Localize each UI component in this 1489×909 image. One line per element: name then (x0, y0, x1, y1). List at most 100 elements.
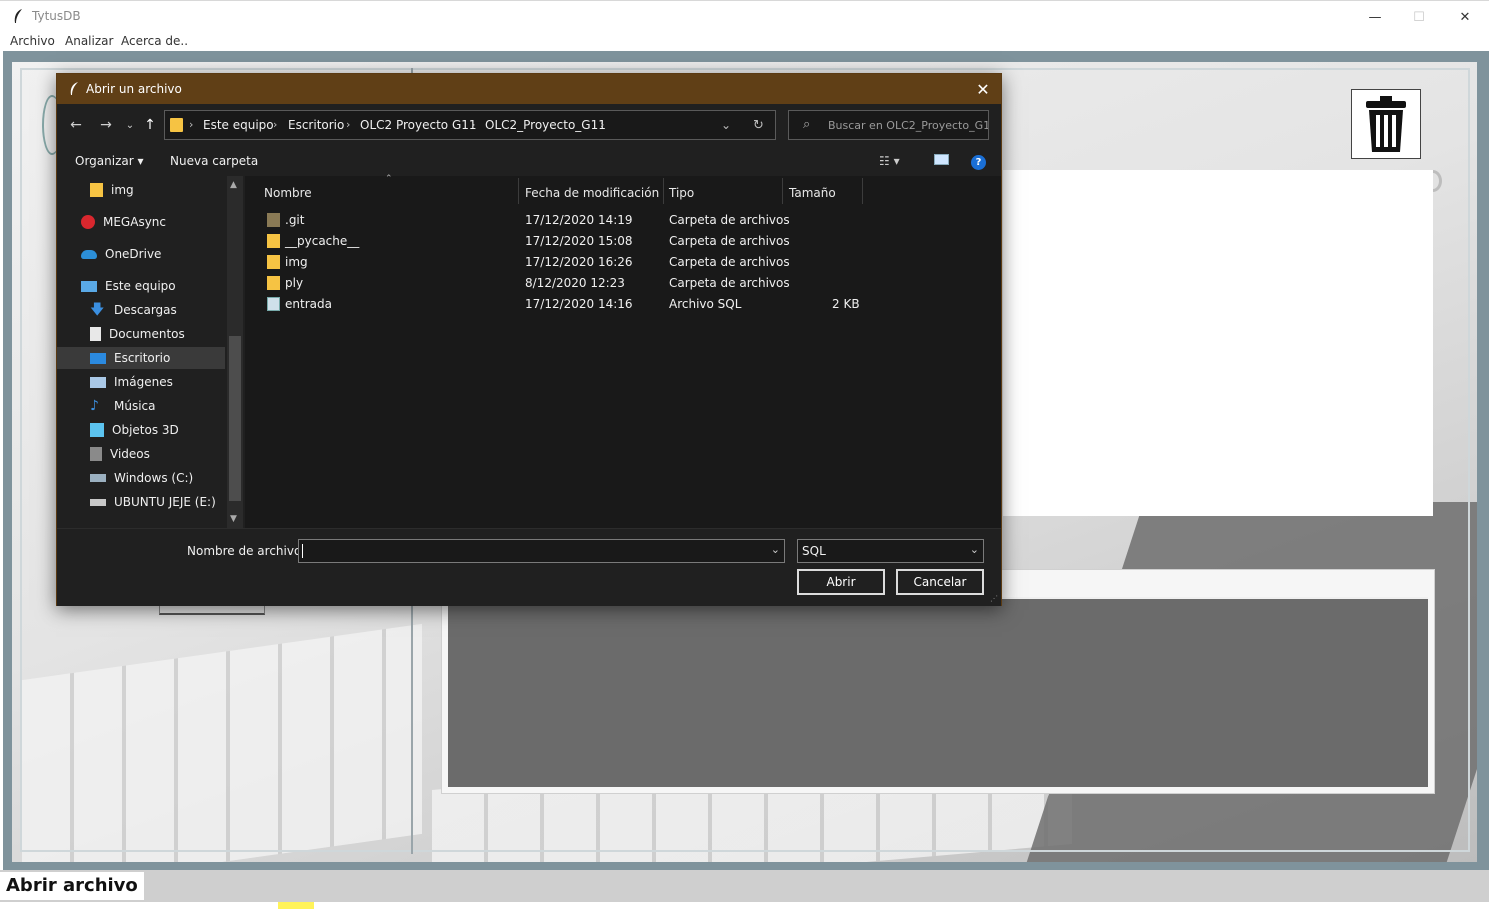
chevron-right-icon: › (273, 118, 278, 131)
file-row[interactable]: ply 8/12/2020 12:23 Carpeta de archivos (245, 273, 865, 294)
up-arrow-icon[interactable]: ↑ (141, 116, 159, 134)
dialog-navigation: ← → ⌄ ↑ › Este equipo › Escritorio › OLC… (57, 104, 1001, 144)
minimize-button[interactable]: — (1352, 3, 1398, 31)
filetype-value: SQL (802, 544, 826, 558)
new-folder-button[interactable]: Nueva carpeta (170, 154, 258, 168)
chevron-down-icon[interactable]: ⌄ (771, 543, 780, 556)
desktop-icon (90, 352, 106, 364)
folder-icon (90, 183, 103, 197)
nav-item-label: img (111, 183, 134, 197)
console-output[interactable] (448, 597, 1428, 787)
file-row[interactable]: img 17/12/2020 16:26 Carpeta de archivos (245, 252, 865, 273)
close-button[interactable]: ✕ (1442, 3, 1488, 31)
address-bar[interactable]: › Este equipo › Escritorio › OLC2 Proyec… (164, 110, 776, 140)
dialog-toolbar: Organizar ▾ Nueva carpeta ☷ ▾ ? (57, 148, 1001, 176)
navigation-pane: img MEGAsync OneDrive Este equipo 🡇 Desc… (57, 176, 244, 528)
file-row[interactable]: .git 17/12/2020 14:19 Carpeta de archivo… (245, 210, 865, 231)
nav-item-label: Documentos (109, 327, 185, 341)
chevron-right-icon: › (600, 118, 605, 131)
menu-acerca[interactable]: Acerca de.. (121, 34, 188, 48)
breadcrumb-este-equipo[interactable]: Este equipo (203, 118, 274, 132)
documents-icon (90, 327, 101, 341)
dialog-titlebar: Abrir un archivo ✕ (57, 74, 1001, 104)
breadcrumb-olc2-proyecto-g11[interactable]: OLC2_Proyecto_G11 (485, 118, 606, 132)
nav-item-musica[interactable]: ♪ Música (57, 395, 225, 417)
back-arrow-icon[interactable]: ← (67, 116, 85, 134)
resize-grip-icon[interactable]: ⋰ (990, 594, 998, 603)
forward-arrow-icon[interactable]: → (97, 116, 115, 134)
file-date: 17/12/2020 15:08 (525, 234, 633, 248)
column-separator[interactable] (663, 178, 664, 204)
folder-icon (267, 213, 280, 227)
column-tamano[interactable]: Tamaño (789, 186, 836, 200)
file-type: Carpeta de archivos (669, 213, 790, 227)
dialog-close-button[interactable]: ✕ (971, 77, 995, 101)
refresh-icon[interactable]: ↻ (753, 118, 764, 133)
nav-item-videos[interactable]: Videos (57, 443, 225, 465)
file-name: entrada (285, 297, 332, 311)
file-date: 8/12/2020 12:23 (525, 276, 625, 290)
file-row[interactable]: entrada 17/12/2020 14:16 Archivo SQL 2 K… (245, 294, 865, 315)
nav-item-onedrive[interactable]: OneDrive (57, 243, 225, 265)
file-type: Carpeta de archivos (669, 234, 790, 248)
scroll-down-icon[interactable]: ▼ (230, 514, 237, 524)
chevron-right-icon: › (471, 118, 476, 131)
breadcrumb-escritorio[interactable]: Escritorio (288, 118, 344, 132)
nav-item-windows-c[interactable]: Windows (C:) (57, 467, 225, 489)
search-input[interactable]: ⌕ Buscar en OLC2_Proyecto_G11 (788, 110, 989, 140)
nav-item-label: Escritorio (114, 351, 171, 365)
bottom-strip (0, 902, 1489, 909)
nav-item-imagenes[interactable]: Imágenes (57, 371, 225, 393)
filename-input[interactable]: ⌄ (298, 539, 785, 563)
open-button[interactable]: Abrir (797, 569, 885, 595)
recent-chevron-icon[interactable]: ⌄ (121, 116, 139, 134)
nav-item-img[interactable]: img (57, 179, 225, 201)
nav-item-este-equipo[interactable]: Este equipo (57, 275, 225, 297)
dialog-footer: Nombre de archivo: ⌄ SQL ⌄ Abrir Cancela… (57, 528, 1001, 606)
organize-button[interactable]: Organizar ▾ (75, 154, 144, 168)
objects3d-icon (90, 423, 104, 437)
file-row[interactable]: __pycache__ 17/12/2020 15:08 Carpeta de … (245, 231, 865, 252)
column-tipo[interactable]: Tipo (669, 186, 694, 200)
view-options-icon[interactable]: ☷ ▾ (879, 154, 900, 168)
file-type: Carpeta de archivos (669, 255, 790, 269)
column-fecha[interactable]: Fecha de modificación (525, 186, 659, 200)
nav-item-label: Este equipo (105, 279, 176, 293)
nav-item-escritorio[interactable]: Escritorio (57, 347, 225, 369)
column-separator[interactable] (782, 178, 783, 204)
nav-item-label: MEGAsync (103, 215, 166, 229)
menu-archivo[interactable]: Archivo (10, 34, 55, 48)
videos-icon (90, 447, 102, 461)
editor-textarea[interactable] (1003, 170, 1433, 516)
file-date: 17/12/2020 16:26 (525, 255, 633, 269)
nav-item-documentos[interactable]: Documentos (57, 323, 225, 345)
nav-item-label: Windows (C:) (114, 471, 194, 485)
chevron-right-icon: › (346, 118, 351, 131)
nav-item-megasync[interactable]: MEGAsync (57, 211, 225, 233)
cancel-button[interactable]: Cancelar (896, 569, 984, 595)
column-separator[interactable] (518, 178, 519, 204)
highlight-mark (278, 902, 314, 909)
chevron-down-icon[interactable]: ⌄ (970, 543, 979, 556)
filename-label: Nombre de archivo: (187, 544, 306, 558)
menu-analizar[interactable]: Analizar (65, 34, 113, 48)
breadcrumb-olc2-proyecto[interactable]: OLC2 Proyecto G11 (360, 118, 477, 132)
maximize-button[interactable]: ☐ (1396, 3, 1442, 31)
scroll-thumb[interactable] (229, 336, 241, 501)
sql-file-icon (267, 297, 280, 311)
column-nombre[interactable]: Nombre (264, 186, 312, 200)
folder-icon (267, 234, 280, 248)
filetype-select[interactable]: SQL ⌄ (797, 539, 984, 563)
nav-item-ubuntu-e[interactable]: UBUNTU JEJE (E:) (57, 491, 225, 513)
nav-item-descargas[interactable]: 🡇 Descargas (57, 299, 225, 321)
trash-button[interactable] (1351, 89, 1421, 159)
file-name: img (285, 255, 308, 269)
file-size: 2 KB (832, 297, 860, 311)
nav-item-objetos-3d[interactable]: Objetos 3D (57, 419, 225, 441)
preview-pane-icon[interactable] (934, 154, 949, 168)
help-icon[interactable]: ? (971, 154, 986, 170)
scroll-up-icon[interactable]: ▲ (230, 180, 237, 190)
column-separator[interactable] (862, 178, 863, 204)
address-dropdown-icon[interactable]: ⌄ (721, 118, 731, 132)
nav-scrollbar[interactable]: ▲ ▼ (227, 176, 243, 528)
